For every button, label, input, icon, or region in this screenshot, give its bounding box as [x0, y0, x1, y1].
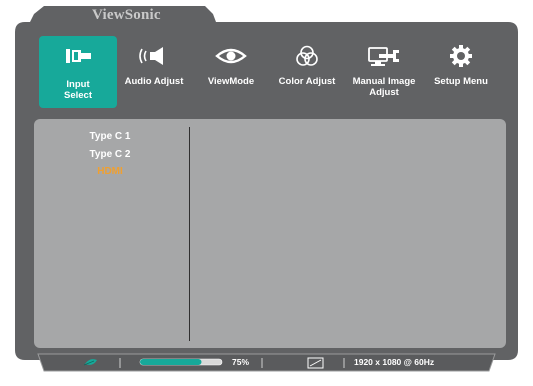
eye-icon [215, 48, 247, 64]
menu-label: Audio Adjust [124, 76, 184, 87]
panel-divider [189, 127, 190, 341]
input-select-icon [66, 49, 91, 63]
speaker-icon [139, 47, 163, 65]
menu-setup-menu[interactable]: Setup Menu [422, 36, 500, 108]
color-circles-icon [296, 45, 318, 66]
menu-manual-image-adjust[interactable]: Manual Image Adjust [345, 36, 423, 108]
brightness-value: 75% [232, 357, 250, 367]
menu-color-adjust[interactable]: Color Adjust [268, 36, 346, 108]
display-icon [307, 357, 324, 369]
gear-icon [450, 45, 472, 67]
menu-label: Manual Image Adjust [352, 76, 416, 98]
monitor-wrench-icon [368, 47, 399, 66]
input-option-type-c-1[interactable]: Type C 1 [70, 131, 150, 142]
menu-input-select[interactable]: Input Select [39, 36, 117, 108]
leaf-icon [83, 359, 97, 366]
menu-viewmode[interactable]: ViewMode [192, 36, 270, 108]
brand-logo: ViewSonic [92, 7, 161, 23]
menu-label: ViewMode [207, 76, 255, 87]
input-option-type-c-2[interactable]: Type C 2 [70, 149, 150, 160]
menu-audio-adjust[interactable]: Audio Adjust [115, 36, 193, 108]
menu-label: Input Select [64, 79, 92, 101]
input-option-hdmi[interactable]: HDMI [70, 166, 150, 177]
menu-label: Color Adjust [278, 76, 336, 87]
menu-label: Setup Menu [434, 76, 488, 87]
resolution-readout: 1920 x 1080 @ 60Hz [354, 357, 435, 367]
brightness-bar-fill [140, 359, 202, 365]
